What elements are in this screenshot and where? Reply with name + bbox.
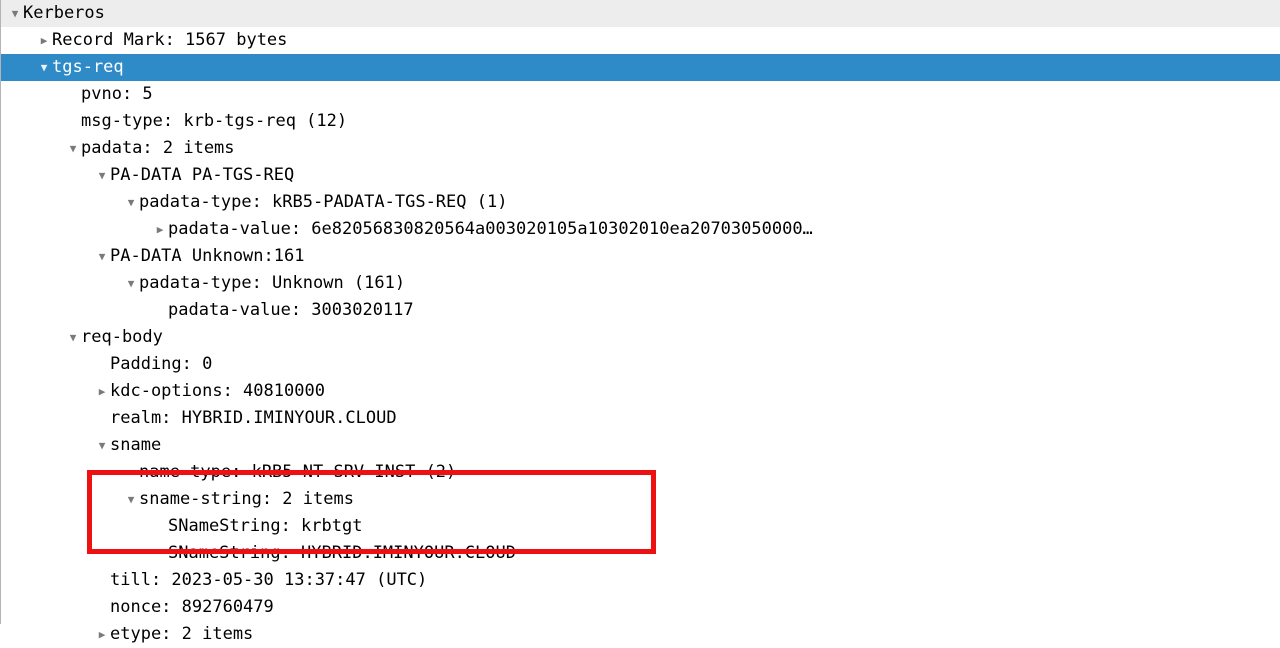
twisty-spacer: ▼ (94, 405, 110, 432)
tree-row-label: Record Mark: 1567 bytes (52, 30, 288, 50)
tree-row-label: SNameString: HYBRID.IMINYOUR.CLOUD (168, 543, 516, 563)
tree-row[interactable]: ▼SNameString: krbtgt (1, 513, 1280, 540)
tree-row-indent: ▼ padata-type: Unknown (161) (1, 270, 405, 297)
tree-row-indent: ▼ PA-DATA PA-TGS-REQ (1, 162, 295, 189)
tree-row-indent: ▼ sname (1, 432, 162, 459)
tree-row-label: PA-DATA Unknown:161 (110, 246, 305, 266)
tree-row[interactable]: ▼till: 2023-05-30 13:37:47 (UTC) (1, 567, 1280, 594)
tree-row[interactable]: ▼ req-body (1, 324, 1280, 351)
tree-row-indent: ▼ tgs-req (1, 54, 124, 81)
tree-row-label: padata-type: Unknown (161) (139, 273, 406, 293)
chevron-down-icon[interactable]: ▼ (36, 54, 52, 81)
tree-row[interactable]: ▼Padding: 0 (1, 351, 1280, 378)
tree-row[interactable]: ▼ sname-string: 2 items (1, 486, 1280, 513)
tree-row[interactable]: ▼ Kerberos (1, 0, 1280, 27)
chevron-down-icon[interactable]: ▼ (65, 324, 81, 351)
tree-row-label: sname-string: 2 items (139, 489, 354, 509)
tree-row-label: realm: HYBRID.IMINYOUR.CLOUD (110, 408, 397, 428)
twisty-spacer: ▼ (94, 594, 110, 621)
tree-row[interactable]: ▼ padata-type: Unknown (161) (1, 270, 1280, 297)
tree-row-indent: ▼SNameString: krbtgt (1, 513, 362, 540)
chevron-down-icon[interactable]: ▼ (94, 162, 110, 189)
tree-row-indent: ▼ sname-string: 2 items (1, 486, 354, 513)
tree-row-indent: ▼ padata: 2 items (1, 135, 235, 162)
tree-row-label: tgs-req (52, 57, 124, 77)
tree-row[interactable]: ▶ etype: 2 items (1, 621, 1280, 648)
chevron-right-icon[interactable]: ▶ (152, 216, 168, 243)
tree-row-label: Kerberos (23, 3, 105, 23)
tree-row[interactable]: ▶ Record Mark: 1567 bytes (1, 27, 1280, 54)
tree-row-indent: ▶ Record Mark: 1567 bytes (1, 27, 288, 54)
tree-row-label: padata-value: 6e82056830820564a003020105… (168, 219, 813, 239)
tree-row-label: PA-DATA PA-TGS-REQ (110, 165, 295, 185)
chevron-down-icon[interactable]: ▼ (65, 135, 81, 162)
tree-row-label: msg-type: krb-tgs-req (12) (81, 111, 348, 131)
tree-row-indent: ▼pvno: 5 (1, 81, 153, 108)
tree-row-indent: ▼ req-body (1, 324, 163, 351)
chevron-right-icon[interactable]: ▶ (94, 378, 110, 405)
tree-row-label: Padding: 0 (110, 354, 213, 374)
tree-row-indent: ▼SNameString: HYBRID.IMINYOUR.CLOUD (1, 540, 516, 567)
tree-row-label: padata-value: 3003020117 (168, 300, 414, 320)
tree-row-indent: ▼realm: HYBRID.IMINYOUR.CLOUD (1, 405, 397, 432)
tree-row[interactable]: ▼SNameString: HYBRID.IMINYOUR.CLOUD (1, 540, 1280, 567)
twisty-spacer: ▼ (94, 567, 110, 594)
tree-row-label: till: 2023-05-30 13:37:47 (UTC) (110, 570, 428, 590)
tree-row-indent: ▶ padata-value: 6e82056830820564a00302010… (1, 216, 813, 243)
tree-row[interactable]: ▼ tgs-req (1, 54, 1280, 81)
tree-row[interactable]: ▼ PA-DATA Unknown:161 (1, 243, 1280, 270)
twisty-spacer: ▼ (152, 297, 168, 324)
tree-row[interactable]: ▼pvno: 5 (1, 81, 1280, 108)
tree-row-label: pvno: 5 (81, 84, 153, 104)
tree-row-indent: ▼padata-value: 3003020117 (1, 297, 414, 324)
tree-row-indent: ▼ padata-type: kRB5-PADATA-TGS-REQ (1) (1, 189, 508, 216)
tree-row-indent: ▼till: 2023-05-30 13:37:47 (UTC) (1, 567, 427, 594)
tree-row[interactable]: ▼ sname (1, 432, 1280, 459)
tree-row[interactable]: ▶ kdc-options: 40810000 (1, 378, 1280, 405)
packet-detail-tree[interactable]: ▼ Kerberos ▶ Record Mark: 1567 bytes ▼ tgs-re… (0, 0, 1280, 644)
tree-row-label: SNameString: krbtgt (168, 516, 363, 536)
tree-row[interactable]: ▼padata-value: 3003020117 (1, 297, 1280, 324)
tree-row-label: etype: 2 items (110, 624, 254, 644)
tree-row[interactable]: ▼msg-type: krb-tgs-req (12) (1, 108, 1280, 135)
twisty-spacer: ▼ (123, 459, 139, 486)
tree-row[interactable]: ▼ padata: 2 items (1, 135, 1280, 162)
chevron-down-icon[interactable]: ▼ (123, 189, 139, 216)
tree-row-label: sname (110, 435, 162, 455)
twisty-spacer: ▼ (152, 540, 168, 567)
tree-row[interactable]: ▼ padata-type: kRB5-PADATA-TGS-REQ (1) (1, 189, 1280, 216)
tree-row[interactable]: ▶ padata-value: 6e82056830820564a00302010… (1, 216, 1280, 243)
tree-row-indent: ▼msg-type: krb-tgs-req (12) (1, 108, 347, 135)
chevron-down-icon[interactable]: ▼ (94, 432, 110, 459)
twisty-spacer: ▼ (65, 108, 81, 135)
chevron-right-icon[interactable]: ▶ (94, 621, 110, 648)
tree-row-indent: ▼Padding: 0 (1, 351, 212, 378)
chevron-down-icon[interactable]: ▼ (123, 270, 139, 297)
tree-row[interactable]: ▼nonce: 892760479 (1, 594, 1280, 621)
chevron-down-icon[interactable]: ▼ (7, 0, 23, 27)
tree-row[interactable]: ▼ PA-DATA PA-TGS-REQ (1, 162, 1280, 189)
tree-row-indent: ▶ etype: 2 items (1, 621, 254, 648)
chevron-right-icon[interactable]: ▶ (36, 27, 52, 54)
twisty-spacer: ▼ (152, 513, 168, 540)
twisty-spacer: ▼ (65, 81, 81, 108)
chevron-down-icon[interactable]: ▼ (123, 486, 139, 513)
tree-row-label: nonce: 892760479 (110, 597, 274, 617)
chevron-down-icon[interactable]: ▼ (94, 243, 110, 270)
tree-row-indent: ▼name-type: kRB5-NT-SRV-INST (2) (1, 459, 456, 486)
tree-row-label: kdc-options: 40810000 (110, 381, 325, 401)
tree-row-indent: ▶ kdc-options: 40810000 (1, 378, 325, 405)
tree-row-indent: ▼nonce: 892760479 (1, 594, 274, 621)
tree-row-label: name-type: kRB5-NT-SRV-INST (2) (139, 462, 457, 482)
tree-row[interactable]: ▼realm: HYBRID.IMINYOUR.CLOUD (1, 405, 1280, 432)
tree-row[interactable]: ▼name-type: kRB5-NT-SRV-INST (2) (1, 459, 1280, 486)
twisty-spacer: ▼ (94, 351, 110, 378)
tree-row-label: req-body (81, 327, 163, 347)
tree-row-label: padata: 2 items (81, 138, 235, 158)
tree-row-indent: ▼ Kerberos (1, 0, 105, 27)
tree-row-label: padata-type: kRB5-PADATA-TGS-REQ (1) (139, 192, 508, 212)
tree-row-indent: ▼ PA-DATA Unknown:161 (1, 243, 305, 270)
